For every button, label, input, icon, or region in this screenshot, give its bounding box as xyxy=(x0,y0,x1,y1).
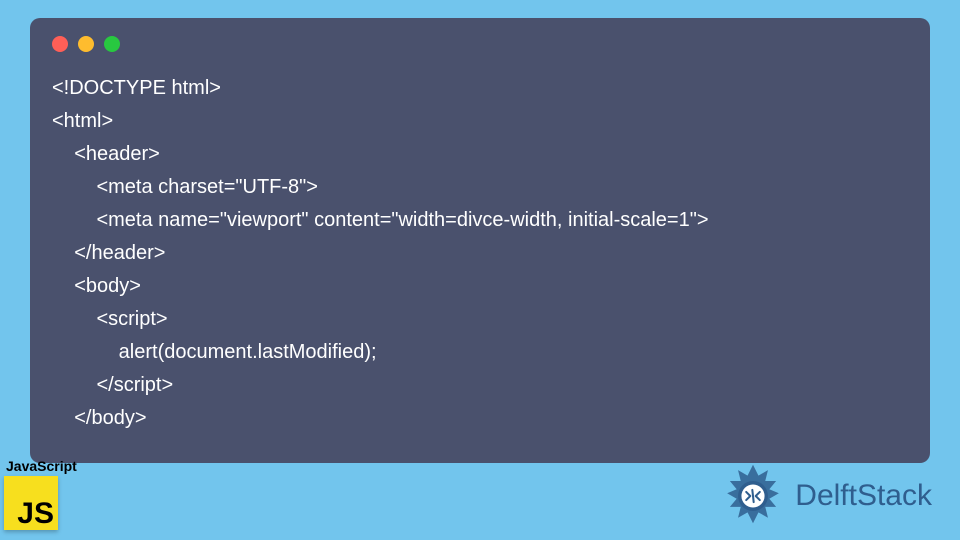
js-logo-text: JS xyxy=(17,497,54,530)
js-label: JavaScript xyxy=(6,458,77,474)
brand-logo-icon xyxy=(719,462,787,530)
code-window: <!DOCTYPE html> <html> <header> <meta ch… xyxy=(30,18,930,463)
titlebar xyxy=(52,36,908,52)
zoom-icon[interactable] xyxy=(104,36,120,52)
brand: DelftStack xyxy=(719,462,932,530)
minimize-icon[interactable] xyxy=(78,36,94,52)
js-badge: JavaScript JS xyxy=(4,458,77,530)
footer: JavaScript JS DelftStack xyxy=(0,458,960,540)
js-logo-icon: JS xyxy=(4,476,58,530)
code-block: <!DOCTYPE html> <html> <header> <meta ch… xyxy=(52,72,908,435)
brand-text: DelftStack xyxy=(795,479,932,513)
close-icon[interactable] xyxy=(52,36,68,52)
